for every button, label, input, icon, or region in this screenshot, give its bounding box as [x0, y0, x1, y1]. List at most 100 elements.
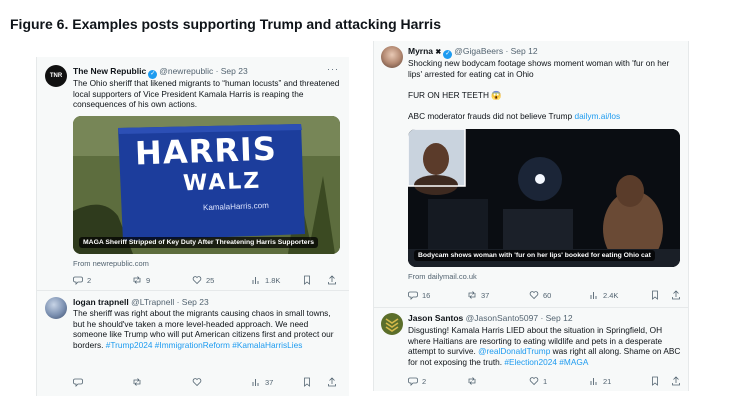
avatar[interactable] — [45, 297, 67, 319]
like-button[interactable]: 25 — [192, 275, 214, 285]
like-button[interactable]: 1 — [529, 376, 547, 386]
author-name[interactable]: The New Republic — [73, 66, 146, 76]
analytics-icon — [252, 277, 259, 284]
tweet-line-text: ABC moderator frauds did not believe Tru… — [408, 111, 573, 121]
reply-icon — [408, 291, 418, 300]
bookmark-button[interactable] — [302, 377, 312, 387]
repost-icon — [133, 276, 141, 284]
repost-button[interactable]: 9 — [132, 275, 150, 285]
heart-icon — [529, 377, 539, 386]
figure-title: Figure 6. Examples posts supporting Trum… — [10, 16, 441, 32]
right-tweet-panel: Myrna ✖ ✓ @GigaBeers · Sep 12 Shocking new… — [373, 41, 689, 391]
tweet-myrna[interactable]: Myrna ✖ ✓ @GigaBeers · Sep 12 Shocking new… — [374, 41, 688, 306]
author-name[interactable]: Jason Santos — [408, 313, 463, 323]
tweet-text: The sheriff was right about the migrants… — [73, 308, 343, 350]
views-button[interactable]: 37 — [251, 377, 273, 387]
views-count: 37 — [265, 377, 274, 387]
bookmark-icon — [304, 377, 310, 387]
share-icon — [672, 376, 680, 386]
like-button[interactable]: 60 — [529, 290, 551, 300]
reply-icon — [73, 378, 83, 387]
tweet-link[interactable]: dailym.ai/los — [575, 111, 621, 121]
mention-link[interactable]: @realDonaldTrump — [478, 346, 550, 356]
hashtags[interactable]: #Trump2024 #ImmigrationReform #KamalaHar… — [106, 340, 303, 350]
repost-button[interactable]: 37 — [467, 290, 489, 300]
views-count: 2.4K — [603, 290, 619, 300]
bookmark-button[interactable] — [650, 290, 660, 300]
bookmark-icon — [304, 275, 310, 285]
reply-button[interactable]: 2 — [73, 275, 91, 285]
tweet-actions: 16 37 60 2.4K — [374, 290, 688, 302]
tweet-actions: 37 — [37, 377, 349, 389]
share-icon — [328, 275, 336, 285]
author-handle-date[interactable]: @JasonSanto5097 · Sep 12 — [466, 313, 573, 323]
more-options-icon[interactable]: ··· — [327, 64, 339, 74]
bookmark-button[interactable] — [650, 376, 660, 386]
views-button[interactable]: 21 — [589, 376, 611, 386]
card-source[interactable]: From newrepublic.com — [73, 259, 149, 268]
share-button[interactable] — [671, 290, 681, 300]
analytics-icon — [252, 379, 259, 386]
bodycam-footage-graphic — [408, 129, 680, 267]
tweet-actions: 2 1 21 — [374, 376, 688, 388]
reply-button[interactable] — [73, 377, 87, 387]
reply-count: 16 — [422, 290, 431, 300]
like-count: 25 — [206, 275, 215, 285]
like-count: 1 — [543, 376, 548, 386]
author-handle-date[interactable]: @GigaBeers · Sep 12 — [454, 46, 537, 56]
avatar[interactable] — [381, 46, 403, 68]
bookmark-icon — [652, 290, 658, 300]
x-badge-icon: ✖ — [435, 49, 442, 56]
rank-chevron-icon — [385, 318, 399, 332]
avatar[interactable]: TNR — [45, 65, 67, 87]
author-name[interactable]: logan trapnell — [73, 297, 129, 307]
author-name[interactable]: Myrna — [408, 46, 433, 56]
views-button[interactable]: 1.8K — [251, 275, 280, 285]
tweet-text: The Ohio sheriff that likened migrants t… — [73, 78, 340, 109]
tweet-header: Jason Santos @JasonSanto5097 · Sep 12 — [408, 313, 573, 323]
avatar[interactable] — [381, 313, 403, 335]
repost-icon — [468, 291, 476, 299]
left-tweet-panel: TNR The New Republic ✓ @newrepublic · Sep … — [36, 57, 349, 396]
like-button[interactable] — [192, 377, 206, 387]
hashtags[interactable]: #Election2024 #MAGA — [504, 357, 588, 367]
views-count: 1.8K — [265, 275, 281, 285]
sign-line-1: HARRIS — [134, 129, 278, 173]
tweet-new-republic[interactable]: TNR The New Republic ✓ @newrepublic · Sep … — [37, 57, 349, 289]
tweet-line: ABC moderator frauds did not believe Tru… — [408, 111, 680, 122]
share-button[interactable] — [671, 376, 681, 386]
heart-icon — [529, 291, 539, 300]
tweet-text: Shocking new bodycam footage shows momen… — [408, 58, 670, 79]
repost-icon — [133, 378, 141, 386]
tweet-actions: 2 9 25 1.8K — [37, 275, 349, 287]
link-card-image[interactable]: Bodycam shows woman with 'fur on her lip… — [408, 129, 680, 267]
tweet-text: Disgusting! Kamala Harris LIED about the… — [408, 325, 683, 367]
share-button[interactable] — [327, 377, 337, 387]
link-card-image[interactable]: HARRIS WALZ KamalaHarris.com MAGA Sherif… — [73, 116, 340, 254]
analytics-icon — [590, 292, 597, 299]
repost-icon — [468, 377, 476, 385]
reply-icon — [408, 377, 418, 386]
analytics-icon — [590, 378, 597, 385]
author-handle-date[interactable]: @LTrapnell · Sep 23 — [131, 297, 209, 307]
tweet-logan-trapnell[interactable]: logan trapnell @LTrapnell · Sep 23 The s… — [37, 291, 349, 396]
card-source[interactable]: From dailymail.co.uk — [408, 272, 477, 281]
tweet-header: logan trapnell @LTrapnell · Sep 23 — [73, 297, 209, 307]
heart-icon — [192, 276, 202, 285]
reply-count: 2 — [87, 275, 92, 285]
bookmark-icon — [652, 376, 658, 386]
views-button[interactable]: 2.4K — [589, 290, 618, 300]
heart-icon — [192, 378, 202, 387]
repost-button[interactable] — [467, 376, 481, 386]
author-handle-date[interactable]: @newrepublic · Sep 23 — [159, 66, 247, 76]
reply-button[interactable]: 2 — [408, 376, 426, 386]
repost-button[interactable] — [132, 377, 146, 387]
reply-count: 2 — [422, 376, 427, 386]
reply-button[interactable]: 16 — [408, 290, 430, 300]
tweet-jason-santos[interactable]: Jason Santos @JasonSanto5097 · Sep 12 Di… — [374, 308, 688, 391]
views-count: 21 — [603, 376, 612, 386]
share-button[interactable] — [327, 275, 337, 285]
bookmark-button[interactable] — [302, 275, 312, 285]
share-icon — [672, 290, 680, 300]
sign-line-2: WALZ — [182, 168, 262, 197]
